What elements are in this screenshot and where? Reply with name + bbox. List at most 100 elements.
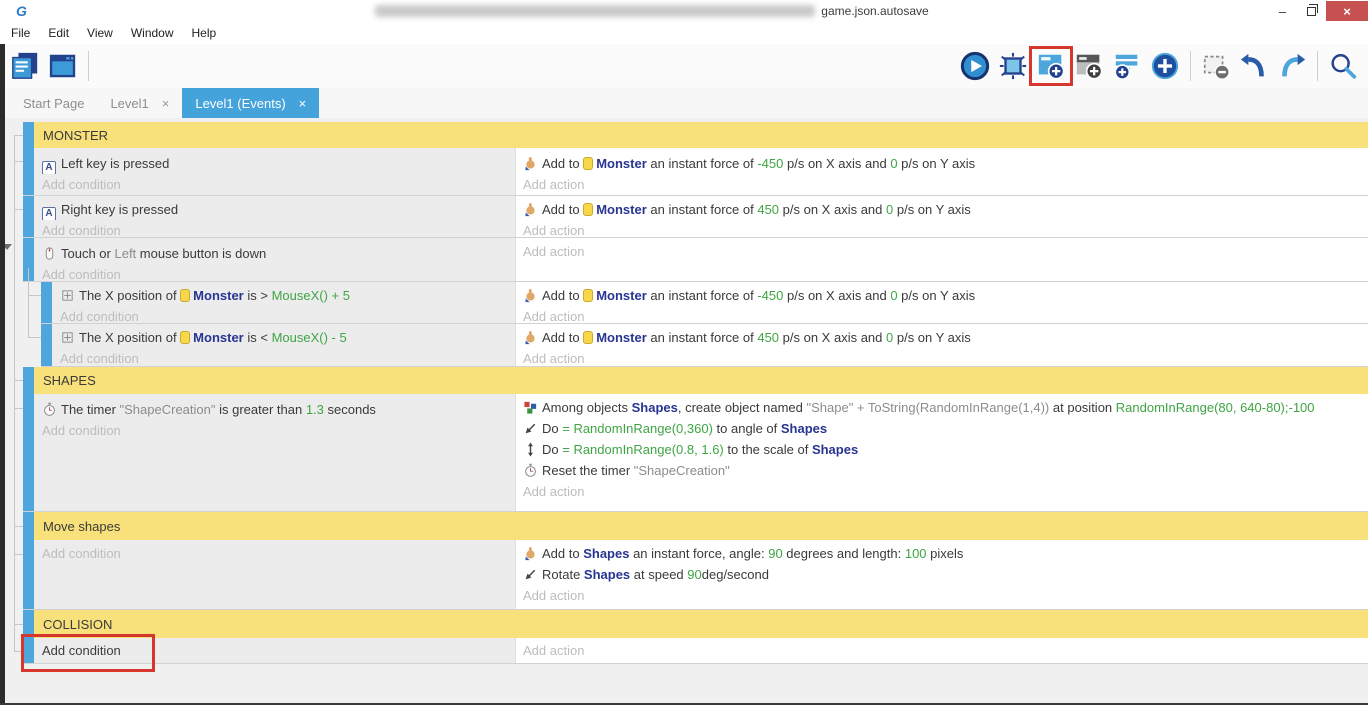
add-action-placeholder[interactable]: Add action	[523, 220, 1368, 237]
add-condition-placeholder[interactable]: Add condition	[42, 420, 515, 441]
action[interactable]: Reset the timer "ShapeCreation"	[523, 460, 1368, 481]
event-collision-empty[interactable]: Add condition Add action	[23, 638, 1368, 664]
action[interactable]: Add to Monster an instant force of -450 …	[523, 285, 1368, 306]
action[interactable]: Add to Monster an instant force of 450 p…	[523, 327, 1368, 348]
tree-branch	[14, 161, 23, 162]
condition[interactable]: Touch or Left mouse button is down	[42, 241, 515, 264]
group-title: COLLISION	[43, 617, 112, 632]
add-condition-button[interactable]: Add condition	[42, 640, 515, 661]
group-header-collision[interactable]: COLLISION	[23, 610, 1368, 638]
gdevelop-window: G game.json.autosave – × File Edit View …	[0, 0, 1368, 705]
add-event-icon[interactable]	[1036, 51, 1066, 81]
events-sheet: MONSTER ALeft key is pressed Add conditi…	[0, 118, 1368, 705]
conditions-column: ARight key is pressed Add condition	[34, 196, 515, 237]
tab-close-icon[interactable]: ×	[162, 96, 170, 111]
window-left-edge	[0, 44, 5, 705]
create-object-icon	[523, 400, 538, 415]
menu-view[interactable]: View	[78, 22, 122, 44]
add-action-placeholder[interactable]: Add action	[523, 481, 1368, 502]
menu-bar: File Edit View Window Help	[0, 22, 1368, 44]
mouse-icon	[42, 246, 57, 261]
event-move-shapes[interactable]: Add condition Add to Shapes an instant f…	[23, 540, 1368, 610]
tab-close-icon[interactable]: ×	[299, 96, 307, 111]
add-sub-event-icon[interactable]	[1074, 51, 1104, 81]
project-pages-icon[interactable]	[10, 51, 40, 81]
action[interactable]: Do = RandomInRange(0,360) to angle of Sh…	[523, 418, 1368, 439]
condition[interactable]: The X position of Monster is < MouseX() …	[60, 327, 515, 348]
gdevelop-logo-icon: G	[16, 3, 36, 19]
tree-branch	[28, 337, 41, 338]
add-condition-placeholder[interactable]: Add condition	[60, 348, 515, 369]
event-left-key[interactable]: ALeft key is pressed Add condition Add t…	[23, 148, 1368, 196]
tab-level1-events[interactable]: Level1 (Events)×	[182, 88, 319, 118]
add-action-placeholder[interactable]: Add action	[523, 348, 1368, 366]
window-title-filename: game.json.autosave	[821, 4, 928, 18]
toolbar-right-group	[956, 51, 1362, 81]
search-icon[interactable]	[1328, 51, 1358, 81]
event-bar	[23, 394, 34, 511]
conditions-column: ALeft key is pressed Add condition	[34, 148, 515, 195]
event-bar	[23, 148, 34, 195]
action[interactable]: Do = RandomInRange(0.8, 1.6) to the scal…	[523, 439, 1368, 460]
delete-event-icon[interactable]	[1201, 51, 1231, 81]
condition[interactable]: The timer "ShapeCreation" is greater tha…	[42, 397, 515, 420]
event-touch-mouse[interactable]: Touch or Left mouse button is down Add c…	[23, 238, 1368, 282]
play-icon[interactable]	[960, 51, 990, 81]
condition[interactable]: The X position of Monster is > MouseX() …	[60, 285, 515, 306]
add-condition-placeholder[interactable]: Add condition	[42, 174, 515, 195]
group-header-monster[interactable]: MONSTER	[23, 122, 1368, 148]
monster-object-icon	[583, 157, 593, 170]
event-right-key[interactable]: ARight key is pressed Add condition Add …	[23, 196, 1368, 238]
condition[interactable]: ARight key is pressed	[42, 199, 515, 220]
actions-column: Add to Shapes an instant force, angle: 9…	[515, 540, 1368, 609]
debug-icon[interactable]	[998, 51, 1028, 81]
group-header-shapes[interactable]: SHAPES	[23, 367, 1368, 394]
add-standard-event-icon[interactable]	[1150, 51, 1180, 81]
add-action-placeholder[interactable]: Add action	[523, 241, 1368, 262]
tree-branch	[14, 380, 23, 381]
force-icon	[523, 202, 538, 217]
menu-help[interactable]: Help	[183, 22, 226, 44]
restore-button[interactable]	[1297, 1, 1326, 21]
force-icon	[523, 288, 538, 303]
event-bar	[23, 196, 34, 237]
group-header-move-shapes[interactable]: Move shapes	[23, 512, 1368, 540]
actions-column: Add to Monster an instant force of -450 …	[515, 148, 1368, 195]
monster-object-icon	[583, 289, 593, 302]
action[interactable]: Add to Shapes an instant force, angle: 9…	[523, 543, 1368, 564]
conditions-column: Add condition	[34, 638, 515, 663]
menu-file[interactable]: File	[2, 22, 39, 44]
add-condition-placeholder[interactable]: Add condition	[42, 543, 515, 564]
event-shape-creation[interactable]: The timer "ShapeCreation" is greater tha…	[23, 394, 1368, 512]
tab-start-page[interactable]: Start Page	[10, 88, 97, 118]
action[interactable]: Add to Monster an instant force of -450 …	[523, 151, 1368, 174]
keyboard-icon: A	[42, 207, 56, 221]
redo-icon[interactable]	[1277, 51, 1307, 81]
scene-window-icon[interactable]	[48, 51, 78, 81]
action[interactable]: Rotate Shapes at speed 90deg/second	[523, 564, 1368, 585]
add-action-placeholder[interactable]: Add action	[523, 306, 1368, 323]
condition[interactable]: ALeft key is pressed	[42, 151, 515, 174]
tree-branch	[14, 651, 23, 652]
add-action-placeholder[interactable]: Add action	[523, 174, 1368, 195]
window-controls: – ×	[1268, 1, 1368, 21]
menu-edit[interactable]: Edit	[39, 22, 78, 44]
timer-icon	[523, 463, 538, 478]
add-action-placeholder[interactable]: Add action	[523, 585, 1368, 606]
close-button[interactable]: ×	[1326, 1, 1368, 21]
sub-event-xpos-greater[interactable]: The X position of Monster is > MouseX() …	[41, 282, 1368, 324]
action[interactable]: Among objects Shapes, create object name…	[523, 397, 1368, 418]
tab-level1[interactable]: Level1×	[97, 88, 182, 118]
menu-window[interactable]: Window	[122, 22, 183, 44]
window-title: game.json.autosave	[36, 4, 1268, 18]
scale-icon	[523, 442, 538, 457]
event-bar	[41, 282, 52, 323]
undo-icon[interactable]	[1239, 51, 1269, 81]
sub-event-xpos-less[interactable]: The X position of Monster is < MouseX() …	[41, 324, 1368, 367]
monster-object-icon	[180, 331, 190, 344]
add-action-placeholder[interactable]: Add action	[523, 640, 1368, 661]
actions-column: Among objects Shapes, create object name…	[515, 394, 1368, 511]
minimize-button[interactable]: –	[1268, 1, 1297, 21]
add-comment-icon[interactable]	[1112, 51, 1142, 81]
action[interactable]: Add to Monster an instant force of 450 p…	[523, 199, 1368, 220]
